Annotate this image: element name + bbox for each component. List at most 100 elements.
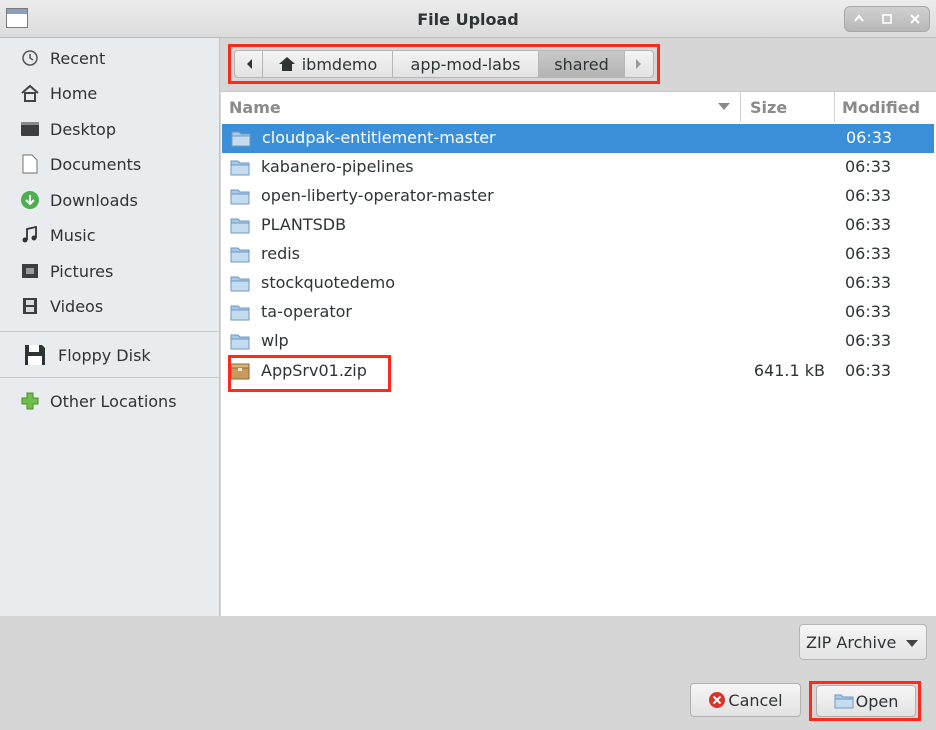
open-button[interactable]: Open	[816, 685, 916, 717]
sidebar-item-home[interactable]: Home	[0, 76, 219, 110]
download-icon	[19, 189, 41, 211]
sidebar-item-label: Downloads	[50, 190, 138, 210]
sidebar-item-desktop[interactable]: Desktop	[0, 112, 219, 146]
file-name: wlp	[261, 331, 289, 350]
sidebar-item-videos[interactable]: Videos	[0, 289, 219, 323]
sidebar-item-other-locations[interactable]: Other Locations	[0, 384, 219, 418]
sidebar-item-label: Desktop	[50, 119, 116, 139]
file-type-filter-label: ZIP Archive	[806, 632, 897, 652]
sidebar-item-music[interactable]: Music	[0, 218, 219, 252]
sidebar-item-recent[interactable]: Recent	[0, 41, 219, 75]
folder-icon	[230, 303, 250, 321]
folder-icon	[834, 693, 854, 709]
file-modified: 06:33	[845, 157, 892, 176]
folder-icon	[230, 245, 250, 263]
file-modified: 06:33	[845, 331, 892, 350]
file-name: open-liberty-operator-master	[261, 186, 494, 205]
places-sidebar: Recent Home Desktop Documents Downloads …	[0, 38, 220, 616]
sidebar-item-label: Other Locations	[50, 391, 177, 411]
clock-icon	[19, 47, 41, 69]
file-row[interactable]: cloudpak-entitlement-master 06:33	[222, 124, 934, 153]
document-icon	[19, 153, 41, 175]
maximize-icon[interactable]	[877, 9, 897, 29]
shade-icon[interactable]	[849, 9, 869, 29]
sidebar-separator	[0, 377, 219, 378]
folder-icon	[231, 129, 251, 147]
file-row[interactable]: kabanero-pipelines 06:33	[221, 153, 936, 182]
file-modified: 06:33	[845, 215, 892, 234]
sidebar-item-label: Music	[50, 225, 96, 245]
file-name: redis	[261, 244, 301, 263]
column-header-label: Name	[229, 97, 281, 117]
sidebar-item-label: Home	[50, 83, 98, 103]
file-name: stockquotedemo	[261, 273, 396, 292]
sidebar-item-label: Floppy Disk	[58, 345, 151, 365]
file-row[interactable]: open-liberty-operator-master 06:33	[221, 182, 936, 211]
plus-icon	[19, 390, 41, 412]
file-name: kabanero-pipelines	[261, 157, 414, 176]
column-header-size[interactable]: Size	[741, 92, 835, 122]
file-list[interactable]: Name Size Modified cloudpak-entitlement-…	[221, 91, 936, 616]
path-segment-app-mod-labs[interactable]: app-mod-labs	[393, 51, 539, 77]
sidebar-separator	[0, 331, 219, 332]
cancel-icon	[708, 691, 726, 709]
dropdown-arrow-icon	[906, 640, 918, 647]
column-header-label: Size	[750, 97, 788, 117]
picture-icon	[19, 260, 41, 282]
cancel-button[interactable]: Cancel	[690, 683, 801, 717]
file-row[interactable]: stockquotedemo 06:33	[221, 269, 936, 298]
file-name: ta-operator	[261, 302, 352, 321]
column-header-name[interactable]: Name	[221, 92, 741, 122]
music-icon	[19, 224, 41, 246]
file-row[interactable]: wlp 06:33	[221, 327, 936, 356]
file-row[interactable]: AppSrv01.zip 641.1 kB 06:33	[221, 357, 936, 386]
path-back-button[interactable]	[235, 51, 263, 77]
folder-icon	[230, 332, 250, 350]
sidebar-item-downloads[interactable]: Downloads	[0, 183, 219, 217]
title-bar: File Upload	[0, 0, 936, 38]
path-segment-label: ibmdemo	[301, 54, 378, 74]
file-row[interactable]: ta-operator 06:33	[221, 298, 936, 327]
file-type-filter[interactable]: ZIP Archive	[799, 624, 927, 660]
floppy-icon	[22, 342, 48, 368]
sidebar-item-label: Videos	[50, 296, 104, 316]
sidebar-item-label: Documents	[50, 154, 142, 174]
path-segment-shared[interactable]: shared	[539, 51, 625, 77]
file-row[interactable]: redis 06:33	[221, 240, 936, 269]
home-icon	[278, 56, 296, 72]
sidebar-item-pictures[interactable]: Pictures	[0, 254, 219, 288]
sidebar-item-label: Pictures	[50, 261, 114, 281]
file-row[interactable]: PLANTSDB 06:33	[221, 211, 936, 240]
path-forward-button[interactable]	[625, 51, 653, 77]
home-icon	[19, 82, 41, 104]
folder-icon	[230, 274, 250, 292]
folder-icon	[230, 216, 250, 234]
file-modified: 06:33	[846, 128, 893, 147]
window-title: File Upload	[417, 10, 519, 29]
folder-icon	[230, 187, 250, 205]
file-modified: 06:33	[845, 273, 892, 292]
file-modified: 06:33	[845, 186, 892, 205]
archive-icon	[230, 362, 250, 380]
file-name: PLANTSDB	[261, 215, 347, 234]
cancel-label: Cancel	[728, 690, 783, 710]
file-modified: 06:33	[845, 244, 892, 263]
film-icon	[19, 295, 41, 317]
close-icon[interactable]	[905, 9, 925, 29]
file-name: cloudpak-entitlement-master	[262, 128, 496, 147]
sidebar-item-documents[interactable]: Documents	[0, 147, 219, 181]
path-segment-home[interactable]: ibmdemo	[263, 51, 393, 77]
path-segment-label: app-mod-labs	[410, 54, 521, 74]
desktop-icon	[19, 118, 41, 140]
column-header-label: Modified	[842, 97, 921, 117]
window-controls	[844, 6, 930, 32]
file-size: 641.1 kB	[753, 361, 825, 380]
path-segment-label: shared	[554, 54, 609, 74]
sidebar-item-floppy-disk[interactable]: Floppy Disk	[0, 337, 219, 373]
file-modified: 06:33	[845, 302, 892, 321]
folder-icon	[230, 158, 250, 176]
sort-down-icon	[718, 103, 730, 110]
column-header-modified[interactable]: Modified	[835, 92, 936, 122]
file-name: AppSrv01.zip	[261, 361, 367, 380]
file-modified: 06:33	[845, 361, 892, 380]
